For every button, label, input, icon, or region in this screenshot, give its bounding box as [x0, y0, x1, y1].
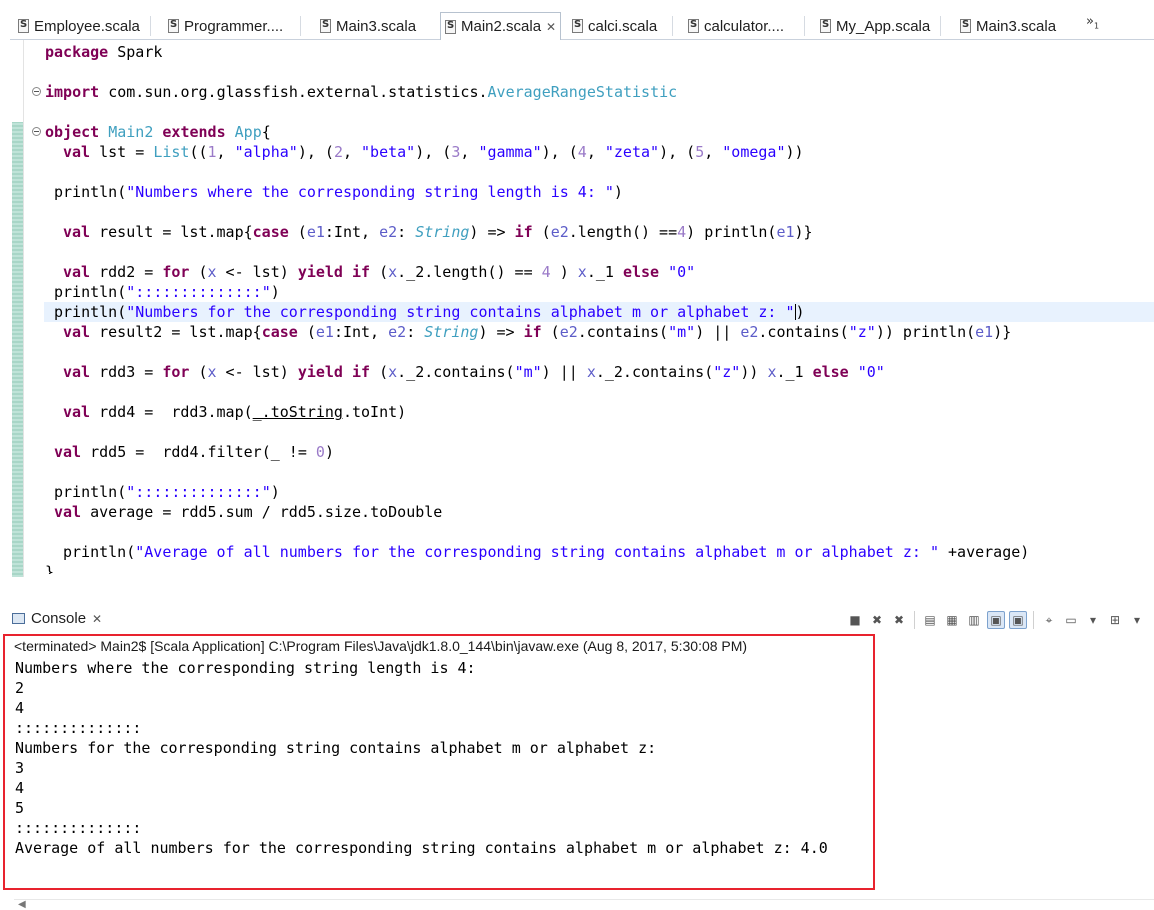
scala-file-icon: [960, 19, 971, 33]
remove-all-terminated-icon[interactable]: ✖: [890, 611, 908, 629]
tab-label: My_App.scala: [836, 17, 931, 35]
word-wrap-icon[interactable]: ▥: [965, 611, 983, 629]
code-line-import: import com.sun.org.glassfish.external.st…: [45, 83, 678, 101]
tab-calci-scala[interactable]: calci.scala: [572, 12, 657, 40]
code-line-println-separator-1: println("::::::::::::::"): [54, 283, 280, 301]
console-output-line: Numbers for the corresponding string con…: [15, 739, 657, 757]
console-output-line: 4: [15, 779, 25, 797]
code-line-object: object Main2 extends App{: [45, 123, 271, 141]
code-line-rdd2: val rdd2 = for (x <- lst) yield if (x._2…: [63, 263, 696, 281]
scala-file-icon: [688, 19, 699, 33]
fold-toggle-icon[interactable]: [32, 127, 41, 136]
show-on-stderr-icon[interactable]: ▣: [1009, 611, 1027, 629]
tab-label: calculator....: [704, 17, 785, 35]
pin-console-icon[interactable]: ⌖: [1040, 611, 1058, 629]
code-line-package: package Spark: [45, 43, 163, 61]
tab-label: Employee.scala: [34, 17, 140, 35]
tab-main3-scala-2[interactable]: Main3.scala: [960, 12, 1056, 40]
scroll-left-icon[interactable]: ◀: [18, 899, 26, 910]
remove-launch-icon[interactable]: ✖: [868, 611, 886, 629]
chevron-down-icon[interactable]: ▾: [1084, 611, 1102, 629]
console-output-line: 5: [15, 799, 25, 817]
tab-divider: [672, 16, 673, 36]
code-line-println-separator-2: println("::::::::::::::"): [54, 483, 280, 501]
console-horizontal-scrollbar[interactable]: ◀: [14, 899, 1154, 910]
code-line-closing-brace: }: [45, 563, 55, 574]
tab-label: Programmer....: [184, 17, 284, 35]
tab-label: Main3.scala: [976, 17, 1057, 35]
console-tab-label: Console: [31, 610, 87, 627]
code-line-println-3: println("Average of all numbers for the …: [63, 543, 1030, 561]
scala-file-icon: [168, 19, 179, 33]
code-line-result2: val result2 = lst.map{case (e1:Int, e2: …: [63, 323, 1012, 341]
code-line-lst: val lst = List((1, "alpha"), (2, "beta")…: [63, 143, 804, 161]
tab-divider: [940, 16, 941, 36]
console-output-line: ::::::::::::::: [15, 719, 142, 737]
terminate-icon[interactable]: ■: [846, 611, 864, 629]
console-output-line: Numbers where the corresponding string l…: [15, 659, 476, 677]
console-icon: [12, 613, 25, 624]
tab-label: Main2.scala: [461, 18, 542, 35]
open-console-icon[interactable]: ⊞: [1106, 611, 1124, 629]
console-toolbar: ■ ✖ ✖ ▤ ▦ ▥ ▣ ▣ ⌖ ▭ ▾ ⊞ ▾: [846, 609, 1146, 631]
tab-label: calci.scala: [588, 17, 658, 35]
scala-file-icon: [445, 19, 456, 34]
console-output-line: ::::::::::::::: [15, 819, 142, 837]
tab-overflow-count: 1: [1093, 21, 1100, 31]
tab-calculator-scala[interactable]: calculator....: [688, 12, 784, 40]
scala-file-icon: [820, 19, 831, 33]
close-console-icon[interactable]: ✕: [92, 612, 102, 626]
tab-programmer-scala[interactable]: Programmer....: [168, 12, 283, 40]
tab-label: Main3.scala: [336, 17, 417, 35]
show-on-stdout-icon[interactable]: ▣: [987, 611, 1005, 629]
console-output-line: 4: [15, 699, 25, 717]
code-line-average: val average = rdd5.sum / rdd5.size.toDou…: [54, 503, 443, 521]
code-line-println-2: println("Numbers for the corresponding s…: [54, 303, 805, 321]
clear-console-icon[interactable]: ▤: [921, 611, 939, 629]
code-line-rdd5: val rdd5 = rdd4.filter(_ != 0): [54, 443, 334, 461]
scala-file-icon: [320, 19, 331, 33]
quick-diff-change-bar: [12, 122, 23, 577]
tab-divider: [150, 16, 151, 36]
scroll-lock-icon[interactable]: ▦: [943, 611, 961, 629]
tab-divider: [804, 16, 805, 36]
tab-overflow-button[interactable]: »1: [1086, 14, 1099, 31]
tab-my-app-scala[interactable]: My_App.scala: [820, 12, 930, 40]
tab-main3-scala[interactable]: Main3.scala: [320, 12, 416, 40]
code-editor[interactable]: package Spark import com.sun.org.glassfi…: [0, 40, 1154, 577]
console-launch-status: <terminated> Main2$ [Scala Application] …: [14, 638, 748, 654]
code-line-println-1: println("Numbers where the corresponding…: [54, 183, 623, 201]
tab-divider: [300, 16, 301, 36]
code-line-rdd3: val rdd3 = for (x <- lst) yield if (x._2…: [63, 363, 885, 381]
chevron-right-double-icon: »: [1086, 14, 1094, 29]
code-line-rdd4: val rdd4 = rdd3.map(_.toString.toInt): [63, 403, 407, 421]
tab-main2-scala[interactable]: Main2.scala ✕: [440, 12, 562, 41]
scala-file-icon: [18, 19, 29, 33]
scala-file-icon: [572, 19, 583, 33]
fold-toggle-icon[interactable]: [32, 87, 41, 96]
console-output-line: Average of all numbers for the correspon…: [15, 839, 828, 857]
code-line-result: val result = lst.map{case (e1:Int, e2: S…: [63, 223, 813, 241]
console-tab[interactable]: Console ✕: [12, 610, 102, 627]
view-menu-icon[interactable]: ▾: [1128, 611, 1146, 629]
console-output-line: 3: [15, 759, 25, 777]
toolbar-divider: [1033, 611, 1034, 629]
close-tab-icon[interactable]: ✕: [546, 20, 556, 34]
console-view-header: Console ✕ ■ ✖ ✖ ▤ ▦ ▥ ▣ ▣ ⌖ ▭ ▾ ⊞ ▾: [0, 603, 1154, 633]
display-console-icon[interactable]: ▭: [1062, 611, 1080, 629]
tab-employee-scala[interactable]: Employee.scala: [18, 12, 140, 40]
console-output-line: 2: [15, 679, 25, 697]
toolbar-divider: [914, 611, 915, 629]
